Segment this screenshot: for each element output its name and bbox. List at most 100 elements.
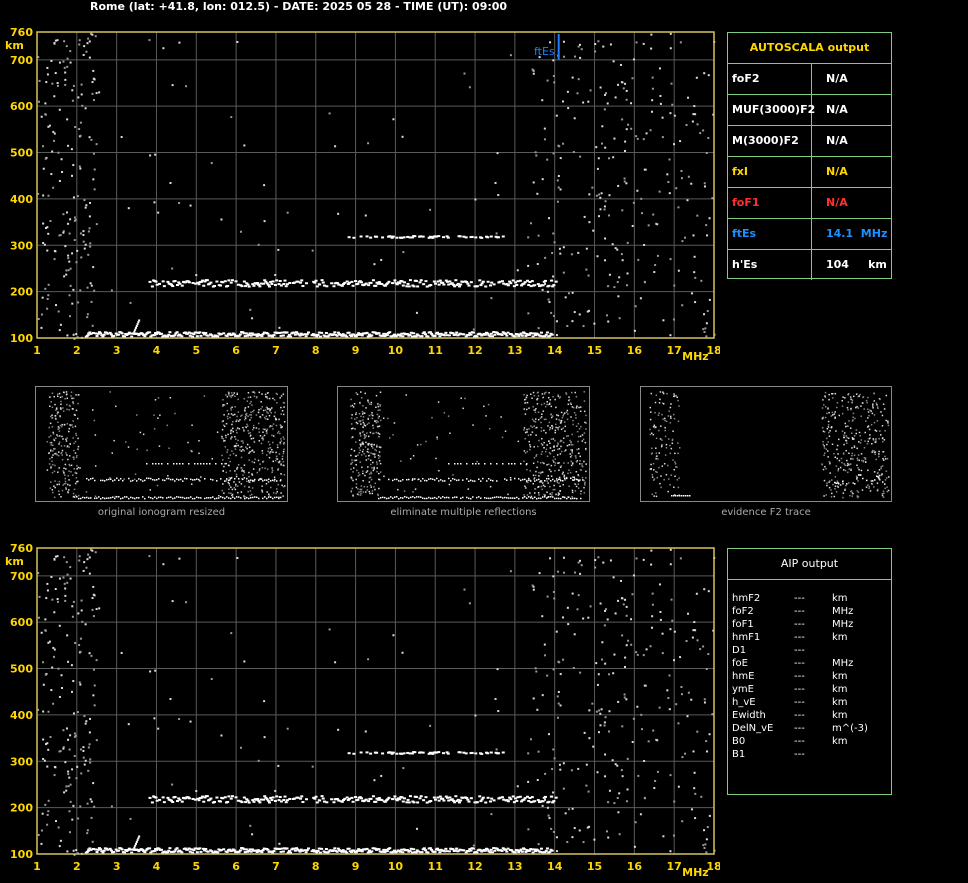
- thumb-point: [847, 471, 849, 474]
- thumb-point: [508, 497, 510, 499]
- thumb-point: [236, 427, 239, 429]
- thumb-point: [268, 443, 271, 446]
- thumb-point: [847, 425, 849, 427]
- thumb-point: [282, 452, 285, 455]
- data-point: [69, 831, 72, 834]
- data-point: [274, 789, 277, 792]
- data-point: [536, 708, 539, 711]
- thumb-point: [259, 435, 262, 437]
- trace-point: [459, 799, 463, 802]
- thumb-point: [850, 457, 853, 460]
- data-point: [699, 132, 702, 135]
- data-point: [185, 85, 188, 88]
- data-point: [650, 549, 653, 552]
- data-point: [556, 179, 559, 182]
- thumb-point: [74, 471, 77, 474]
- data-point: [62, 231, 65, 234]
- thumb-point: [867, 425, 870, 427]
- data-point: [693, 787, 696, 790]
- trace-point: [467, 284, 471, 287]
- thumb-point: [884, 483, 886, 485]
- data-point: [40, 326, 43, 329]
- thumb-point: [375, 431, 378, 434]
- thumb-point: [661, 465, 664, 467]
- data-point: [328, 112, 331, 115]
- thumb-point: [664, 429, 666, 432]
- thumb-point: [543, 429, 545, 432]
- trace-point: [533, 800, 537, 803]
- thumb-point: [375, 449, 378, 452]
- thumb-point: [658, 402, 661, 404]
- data-point: [58, 329, 61, 332]
- thumb-point: [55, 418, 57, 420]
- thumb-point: [262, 438, 265, 440]
- thumb-point: [876, 482, 879, 484]
- thumb-point: [271, 449, 273, 451]
- thumb-point: [834, 456, 837, 458]
- thumb-point: [577, 452, 580, 454]
- data-point: [367, 658, 370, 661]
- thumb-point: [879, 398, 881, 401]
- thumb-point: [367, 401, 370, 404]
- trace-point: [282, 798, 286, 801]
- thumb-point: [206, 463, 208, 465]
- thumb-point: [266, 491, 268, 493]
- thumb-point: [583, 482, 586, 485]
- thumb-point: [881, 494, 884, 497]
- thumb-point: [240, 497, 242, 499]
- data-point: [63, 66, 66, 69]
- thumb-point: [259, 463, 261, 465]
- thumb-point: [502, 497, 504, 499]
- data-point: [607, 285, 610, 288]
- data-point: [496, 152, 499, 155]
- x-tick-label: 8: [312, 860, 320, 873]
- thumb-point: [272, 460, 275, 463]
- thumb-point: [245, 446, 247, 448]
- data-point: [364, 214, 367, 217]
- data-point: [587, 100, 590, 103]
- thumb-point: [69, 424, 71, 426]
- thumb-point: [190, 496, 192, 498]
- thumb-point: [365, 441, 367, 444]
- data-point: [669, 850, 672, 853]
- thumb-point: [378, 433, 381, 435]
- thumb-point: [836, 406, 838, 409]
- data-point: [708, 217, 711, 220]
- data-point: [149, 154, 152, 157]
- thumb-point: [538, 478, 540, 481]
- data-point: [546, 158, 549, 161]
- thumb-point: [253, 395, 256, 398]
- trace-point: [444, 331, 448, 334]
- data-point: [90, 284, 93, 287]
- data-point: [704, 843, 707, 846]
- thumb-point: [361, 413, 364, 415]
- thumb-point: [560, 450, 563, 453]
- thumb-point: [541, 450, 543, 453]
- thumb-point: [507, 493, 509, 496]
- thumb-point: [250, 497, 252, 499]
- thumb-point: [80, 497, 82, 500]
- thumb-point: [532, 474, 535, 477]
- thumb-point: [562, 471, 564, 474]
- thumb-point: [244, 426, 247, 428]
- data-point: [257, 759, 260, 762]
- thumb-point: [845, 435, 848, 437]
- x-tick-label: 17: [667, 860, 682, 873]
- thumb-point: [72, 474, 74, 476]
- data-point: [690, 698, 693, 701]
- data-point: [692, 113, 695, 116]
- trace-point: [448, 280, 452, 283]
- thumb-point: [194, 463, 196, 465]
- thumb-point: [283, 438, 285, 440]
- thumb-point: [857, 407, 860, 409]
- thumb-point: [828, 486, 831, 489]
- thumb-point: [249, 402, 251, 405]
- data-point: [37, 317, 40, 320]
- y-tick-label: 600: [10, 100, 33, 113]
- data-point: [46, 742, 49, 745]
- data-point: [51, 150, 54, 153]
- thumb-point: [883, 439, 886, 441]
- data-point: [555, 334, 558, 337]
- data-point: [148, 555, 151, 558]
- thumb-point: [360, 415, 362, 418]
